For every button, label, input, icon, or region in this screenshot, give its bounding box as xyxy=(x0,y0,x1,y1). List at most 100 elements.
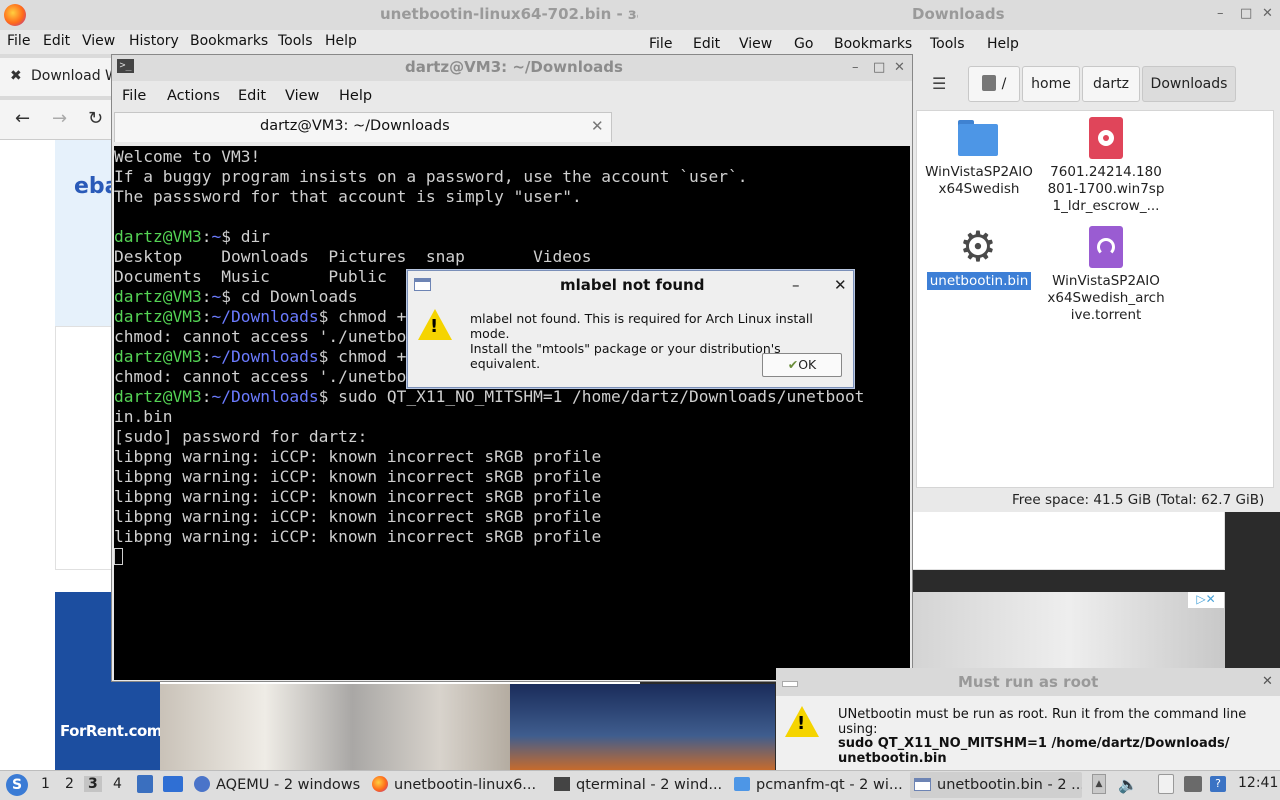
desktop-launcher-icon[interactable] xyxy=(163,776,183,792)
workspace-2[interactable]: 2 xyxy=(65,776,74,792)
qemu-icon xyxy=(194,776,210,792)
terminal-line: dartz@VM3:~$ dir xyxy=(114,227,270,246)
terminal-line: libpng warning: iCCP: known incorrect sR… xyxy=(114,447,602,466)
close-icon[interactable]: ✕ xyxy=(1262,6,1273,21)
task-label: AQEMU - 2 windows xyxy=(216,777,361,793)
task-qterminal[interactable]: qterminal - 2 wind... xyxy=(554,772,724,798)
network-icon[interactable]: ? xyxy=(1210,776,1226,792)
status-bar: Free space: 41.5 GiB (Total: 62.7 GiB) xyxy=(1012,492,1265,508)
window-icon xyxy=(914,778,931,791)
tray-expand-icon[interactable]: ▲ xyxy=(1092,774,1106,794)
forward-icon[interactable]: → xyxy=(52,108,67,129)
terminal-line: [sudo] password for dartz: xyxy=(114,427,368,446)
warning-icon-mark: ! xyxy=(430,316,439,337)
fm-menu-bookmarks[interactable]: Bookmarks xyxy=(834,36,912,52)
term-menu-actions[interactable]: Actions xyxy=(167,88,220,104)
maximize-icon[interactable]: □ xyxy=(1240,6,1252,21)
menu-view[interactable]: View xyxy=(82,33,115,49)
terminal-title: dartz@VM3: ~/Downloads xyxy=(405,58,623,76)
torrent-icon[interactable] xyxy=(1089,226,1123,268)
terminal-app-icon: >_ xyxy=(117,59,134,73)
file-item-label[interactable]: WinVistaSP2AIO x64Swedish_arch ive.torre… xyxy=(1046,273,1166,324)
ad-image-building[interactable] xyxy=(510,684,775,770)
menu-history[interactable]: History xyxy=(129,33,179,49)
task-firefox[interactable]: unetbootin-linux6... xyxy=(372,772,542,798)
prompt-path: ~ xyxy=(211,227,222,246)
folder-icon xyxy=(734,777,750,791)
workspace-1[interactable]: 1 xyxy=(41,776,50,792)
display-icon[interactable] xyxy=(1184,776,1202,792)
menu-tools[interactable]: Tools xyxy=(278,33,313,49)
breadcrumb-root-label: / xyxy=(1001,76,1007,92)
fm-menu-go[interactable]: Go xyxy=(794,36,813,52)
prompt-user: dartz@VM3 xyxy=(114,347,202,366)
message-line-1: mlabel not found. This is required for A… xyxy=(470,311,813,341)
close-icon[interactable]: ✕ xyxy=(834,276,847,294)
file-manager-launcher-icon[interactable] xyxy=(137,775,153,793)
task-label: unetbootin.bin - 2 ... xyxy=(937,777,1082,793)
file-item-label[interactable]: WinVistaSP2AIO x64Swedish xyxy=(919,164,1039,198)
minimize-icon[interactable]: – xyxy=(852,60,859,75)
close-icon[interactable]: ✕ xyxy=(894,60,905,75)
term-menu-file[interactable]: File xyxy=(122,88,146,104)
ok-button-label: OK xyxy=(798,357,817,372)
workspace-4[interactable]: 4 xyxy=(113,776,122,792)
ok-button[interactable]: ✔OK xyxy=(762,353,842,377)
fm-menu-edit[interactable]: Edit xyxy=(693,36,720,52)
ebay-banner[interactable] xyxy=(55,140,115,326)
download-tab-icon: ✖ xyxy=(10,68,22,84)
term-menu-edit[interactable]: Edit xyxy=(238,88,266,104)
forrent-logo: ForRent.com xyxy=(60,722,162,740)
ad-image-kitchen[interactable] xyxy=(160,684,510,770)
task-label: unetbootin-linux6... xyxy=(394,777,537,793)
menu-bookmarks[interactable]: Bookmarks xyxy=(190,33,268,49)
breadcrumb-downloads[interactable]: Downloads xyxy=(1142,66,1236,102)
task-aqemu[interactable]: AQEMU - 2 windows xyxy=(194,772,362,798)
fm-menu-file[interactable]: File xyxy=(649,36,672,52)
terminal-line: in.bin xyxy=(114,407,173,426)
file-item-label-selected[interactable]: unetbootin.bin xyxy=(919,272,1039,290)
maximize-icon[interactable]: □ xyxy=(873,60,885,75)
close-icon[interactable]: ✕ xyxy=(1262,674,1273,689)
fm-menu-help[interactable]: Help xyxy=(987,36,1019,52)
task-label: pcmanfm-qt - 2 wi... xyxy=(756,777,903,793)
back-icon[interactable]: ← xyxy=(15,108,30,129)
term-menu-view[interactable]: View xyxy=(285,88,319,104)
gear-icon[interactable]: ⚙ xyxy=(957,226,999,268)
fm-menu-tools[interactable]: Tools xyxy=(930,36,965,52)
file-manager-title: Downloads xyxy=(912,5,1005,23)
volume-icon[interactable]: 🔈 xyxy=(1118,775,1138,794)
terminal-cursor xyxy=(114,548,123,565)
tab-close-icon[interactable]: ✕ xyxy=(591,117,604,135)
breadcrumb-root[interactable]: / xyxy=(968,66,1020,102)
menu-file[interactable]: File xyxy=(7,33,30,49)
disc-image-icon[interactable] xyxy=(1089,117,1123,159)
window-icon xyxy=(414,278,431,291)
terminal-line: libpng warning: iCCP: known incorrect sR… xyxy=(114,467,602,486)
message-line-1: UNetbootin must be run as root. Run it f… xyxy=(838,707,1247,737)
menu-edit[interactable]: Edit xyxy=(43,33,70,49)
term-menu-help[interactable]: Help xyxy=(339,88,372,104)
minimize-icon[interactable]: – xyxy=(792,276,800,294)
firefox-icon xyxy=(4,4,26,26)
task-unetbootin[interactable]: unetbootin.bin - 2 ... xyxy=(910,772,1082,798)
clock[interactable]: 12:41 xyxy=(1238,775,1278,791)
ad-image-room[interactable] xyxy=(913,592,1225,668)
workspace-3-active[interactable]: 3 xyxy=(84,776,102,792)
reload-icon[interactable]: ↻ xyxy=(88,108,103,129)
breadcrumb-home[interactable]: home xyxy=(1022,66,1080,102)
adchoices-icon[interactable]: ▷✕ xyxy=(1188,592,1224,608)
folder-icon[interactable] xyxy=(958,120,998,156)
clipboard-icon[interactable] xyxy=(1158,774,1174,794)
task-pcmanfm[interactable]: pcmanfm-qt - 2 wi... xyxy=(734,772,904,798)
file-item-label[interactable]: 7601.24214.180 801-1700.win7sp 1_ldr_esc… xyxy=(1046,164,1166,215)
menu-help[interactable]: Help xyxy=(325,33,357,49)
start-menu-icon[interactable]: S xyxy=(6,774,28,796)
fm-menu-view[interactable]: View xyxy=(739,36,772,52)
breadcrumb-dartz[interactable]: dartz xyxy=(1082,66,1140,102)
firefox-icon xyxy=(372,776,388,792)
minimize-icon[interactable]: – xyxy=(1217,6,1224,21)
terminal-line: libpng warning: iCCP: known incorrect sR… xyxy=(114,487,602,506)
warning-icon-mark: ! xyxy=(797,713,806,734)
